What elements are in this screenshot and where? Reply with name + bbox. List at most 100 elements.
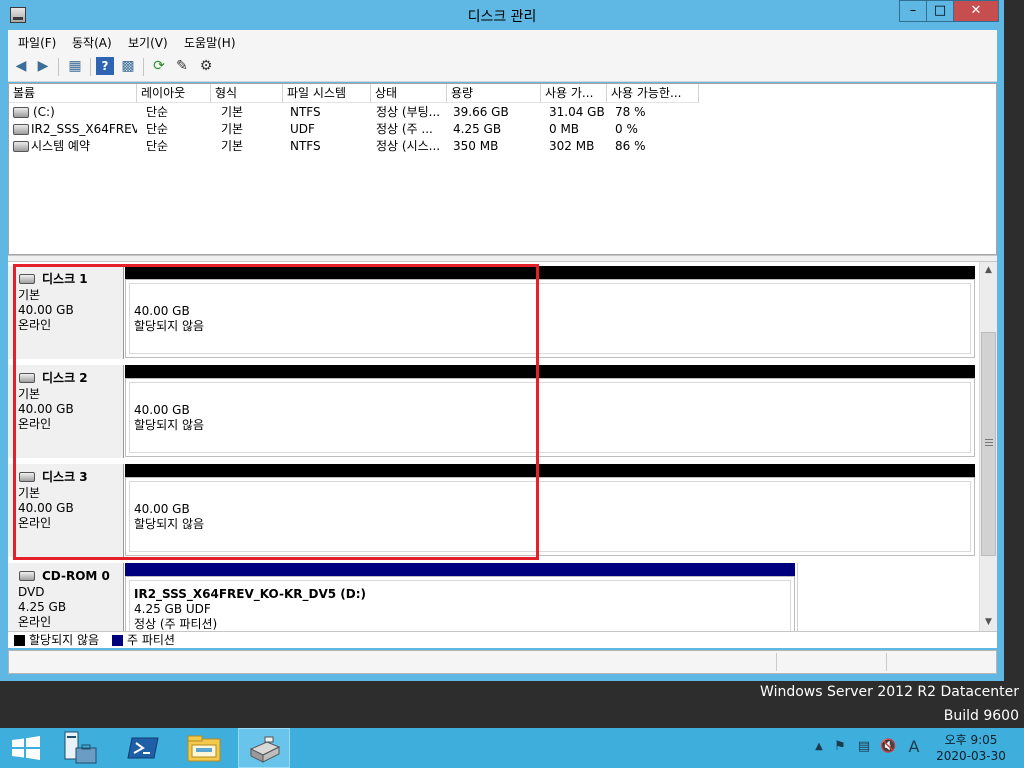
legend: 할당되지 않음 주 파티션 bbox=[8, 631, 997, 648]
file-explorer-icon bbox=[187, 735, 221, 762]
volume-free: 302 MB bbox=[549, 139, 595, 153]
volume-filesystem: UDF bbox=[290, 122, 315, 136]
column-header-filesystem[interactable]: 파일 시스템 bbox=[283, 84, 371, 103]
start-icon bbox=[12, 736, 40, 760]
unallocated-swatch bbox=[14, 635, 25, 646]
powershell-button[interactable] bbox=[118, 728, 170, 768]
volume-name: (C:) bbox=[33, 105, 55, 119]
column-header-free-space[interactable]: 사용 가... bbox=[541, 84, 607, 103]
minimize-button[interactable]: – bbox=[899, 0, 927, 22]
file-explorer-button[interactable] bbox=[178, 728, 230, 768]
properties-icon[interactable]: ✎ bbox=[173, 57, 191, 75]
window-title: 디스크 관리 bbox=[467, 9, 537, 25]
legend-primary: 주 파티션 bbox=[127, 633, 175, 647]
disk-state: 온라인 bbox=[18, 615, 52, 629]
disk-info[interactable]: CD-ROM 0 DVD 4.25 GB 온라인 bbox=[8, 563, 124, 631]
legend-unallocated: 할당되지 않음 bbox=[29, 633, 100, 647]
toolbar-separator bbox=[90, 58, 91, 76]
drive-icon bbox=[13, 107, 29, 118]
volume-layout: 단순 bbox=[146, 122, 169, 136]
column-header-percent-free[interactable]: 사용 가능한... bbox=[607, 84, 699, 103]
drive-icon bbox=[13, 141, 29, 152]
server-manager-button[interactable] bbox=[56, 728, 108, 768]
disk-name: CD-ROM 0 bbox=[42, 569, 110, 583]
primary-swatch bbox=[112, 635, 123, 646]
empty-area bbox=[797, 563, 978, 631]
settings-icon[interactable]: ⚙ bbox=[197, 57, 215, 75]
cdrom-icon bbox=[19, 571, 35, 581]
help-icon[interactable]: ? bbox=[96, 57, 114, 75]
toolbar: ◀ ▶ ▦ ? ▩ ⟳ ✎ ⚙ bbox=[8, 52, 997, 82]
clock[interactable]: 오후 9:05 2020-03-30 bbox=[926, 732, 1016, 764]
volume-type: 기본 bbox=[221, 105, 244, 119]
column-header-type[interactable]: 형식 bbox=[211, 84, 283, 103]
scroll-down-arrow[interactable]: ▼ bbox=[980, 614, 997, 631]
volume-status: 정상 (부팅... bbox=[376, 105, 441, 119]
disk-management-icon bbox=[249, 736, 281, 763]
back-icon[interactable]: ◀ bbox=[12, 57, 30, 75]
status-bar bbox=[8, 650, 997, 674]
volume-capacity: 39.66 GB bbox=[453, 105, 509, 119]
forward-icon[interactable]: ▶ bbox=[34, 57, 52, 75]
volume-row[interactable]: (C:) 단순 기본 NTFS 정상 (부팅... 39.66 GB 31.04… bbox=[9, 104, 996, 121]
disk-size: 4.25 GB bbox=[18, 600, 67, 614]
volume-type: 기본 bbox=[221, 122, 244, 136]
disk-panel-scrollbar[interactable]: ▲ ▼ bbox=[979, 262, 997, 631]
volume-layout: 단순 bbox=[146, 105, 169, 119]
maximize-button[interactable]: □ bbox=[926, 0, 954, 22]
start-button[interactable] bbox=[0, 728, 52, 768]
clock-date: 2020-03-30 bbox=[936, 749, 1006, 763]
primary-partition-bar bbox=[125, 563, 795, 576]
column-header-capacity[interactable]: 용량 bbox=[447, 84, 541, 103]
show-hidden-icons[interactable]: ▲ bbox=[811, 739, 827, 755]
volume-muted-icon[interactable]: 🔇 bbox=[880, 739, 896, 755]
volume-free: 0 MB bbox=[549, 122, 580, 136]
build-label: Build 9600 bbox=[943, 708, 1019, 724]
partition-status: 정상 (주 파티션) bbox=[134, 617, 218, 631]
grip-icon bbox=[985, 439, 993, 446]
volume-status: 정상 (주 ... bbox=[376, 122, 433, 136]
volume-name: 시스템 예약 bbox=[31, 139, 91, 153]
refresh-icon[interactable]: ⟳ bbox=[150, 57, 168, 75]
volume-row[interactable]: 시스템 예약 단순 기본 NTFS 정상 (시스... 350 MB 302 M… bbox=[9, 138, 996, 155]
network-icon[interactable]: ▤ bbox=[856, 739, 872, 755]
flag-icon[interactable]: ⚑ bbox=[832, 739, 848, 755]
menu-view[interactable]: 보기(V) bbox=[128, 34, 168, 51]
disk-management-taskbar-button[interactable] bbox=[238, 728, 290, 768]
partition-title: IR2_SSS_X64FREV_KO-KR_DV5 (D:) bbox=[134, 587, 366, 601]
volume-percent: 86 % bbox=[615, 139, 646, 153]
column-header-status[interactable]: 상태 bbox=[371, 84, 447, 103]
menu-action[interactable]: 동작(A) bbox=[72, 34, 112, 51]
dvd-drive-icon bbox=[13, 124, 29, 135]
scroll-thumb[interactable] bbox=[981, 332, 996, 556]
toolbar-separator bbox=[58, 58, 59, 76]
partition-body: IR2_SSS_X64FREV_KO-KR_DV5 (D:) 4.25 GB U… bbox=[125, 576, 795, 631]
volume-capacity: 350 MB bbox=[453, 139, 499, 153]
console-tree-icon[interactable]: ▦ bbox=[66, 57, 84, 75]
volume-status: 정상 (시스... bbox=[376, 139, 441, 153]
menu-file[interactable]: 파일(F) bbox=[18, 34, 56, 51]
menu-help[interactable]: 도움말(H) bbox=[184, 34, 236, 51]
cdrom-row[interactable]: CD-ROM 0 DVD 4.25 GB 온라인 IR2_SSS_X64FREV… bbox=[8, 563, 978, 631]
volume-name: IR2_SSS_X64FREV... bbox=[31, 122, 137, 136]
volume-capacity: 4.25 GB bbox=[453, 122, 502, 136]
column-header-layout[interactable]: 레이아웃 bbox=[137, 84, 211, 103]
powershell-icon bbox=[127, 737, 159, 759]
partition-filesystem: 4.25 GB UDF bbox=[134, 602, 211, 616]
pane-splitter[interactable] bbox=[8, 255, 997, 262]
menu-bar: 파일(F) 동작(A) 보기(V) 도움말(H) bbox=[8, 30, 997, 52]
column-header-volume[interactable]: 볼륨 bbox=[9, 84, 137, 103]
action-pane-icon[interactable]: ▩ bbox=[119, 57, 137, 75]
volume-row[interactable]: IR2_SSS_X64FREV... 단순 기본 UDF 정상 (주 ... 4… bbox=[9, 121, 996, 138]
title-bar[interactable]: 디스크 관리 – □ ✕ bbox=[0, 0, 1004, 30]
scroll-up-arrow[interactable]: ▲ bbox=[980, 262, 997, 279]
status-divider bbox=[776, 653, 777, 671]
volume-type: 기본 bbox=[221, 139, 244, 153]
partition[interactable]: IR2_SSS_X64FREV_KO-KR_DV5 (D:) 4.25 GB U… bbox=[125, 563, 795, 631]
close-button[interactable]: ✕ bbox=[953, 0, 999, 22]
volume-list: 볼륨 레이아웃 형식 파일 시스템 상태 용량 사용 가... 사용 가능한..… bbox=[8, 83, 997, 255]
ime-icon[interactable]: A bbox=[906, 739, 922, 755]
server-manager-icon bbox=[64, 731, 97, 764]
disk-type: DVD bbox=[18, 585, 45, 599]
taskbar: ▲ ⚑ ▤ 🔇 A 오후 9:05 2020-03-30 bbox=[0, 728, 1024, 768]
